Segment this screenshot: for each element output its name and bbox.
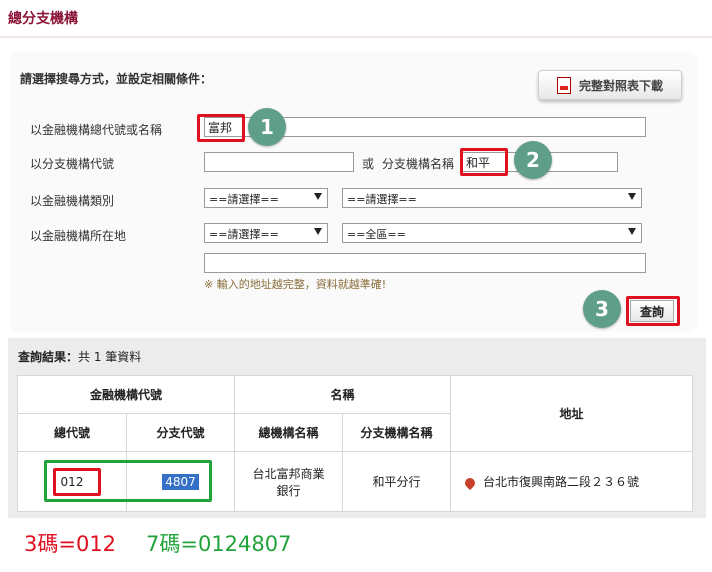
annotation-box-branch-name — [460, 148, 508, 176]
or-text: 或 — [362, 157, 375, 171]
header-head-code: 總代號 — [17, 413, 127, 452]
head-name-cell: 台北富邦商業銀行 — [234, 451, 343, 512]
branch-name-cell: 和平分行 — [342, 451, 451, 512]
institution-subtype-select-value: ==請選擇== — [347, 193, 417, 206]
header-head-name: 總機構名稱 — [234, 413, 343, 452]
branch-code-input[interactable] — [204, 152, 354, 172]
result-count-label: 查詢結果： — [18, 350, 79, 364]
header-branch-code: 分支代號 — [126, 413, 235, 452]
step-badge-1: 1 — [248, 108, 286, 146]
result-count-text: 共 1 筆資料 — [78, 350, 142, 364]
label-institution-location: 以金融機構所在地 — [30, 229, 127, 243]
institution-subtype-select[interactable]: ==請選擇== — [342, 188, 642, 208]
head-name-value: 台北富邦商業銀行 — [252, 466, 325, 498]
label-institution-code-or-name: 以金融機構總代號或名稱 — [30, 123, 163, 137]
address-input[interactable] — [204, 253, 646, 273]
label-institution-type: 以金融機構類別 — [30, 194, 115, 208]
download-full-table-button[interactable]: 完整對照表下載 — [538, 70, 682, 100]
page-title: 總分支機構 — [8, 11, 78, 27]
result-count: 查詢結果：共 1 筆資料 — [18, 348, 141, 365]
download-button-label: 完整對照表下載 — [578, 78, 663, 93]
address-cell: 台北市復興南路二段２３６號 — [450, 451, 693, 512]
pdf-icon — [556, 76, 571, 94]
chevron-down-icon — [628, 228, 636, 235]
step-badge-2: 2 — [514, 141, 552, 179]
note-seven-digit-code: 7碼=0124807 — [146, 532, 292, 556]
header-institution-code: 金融機構代號 — [17, 375, 235, 414]
address-hint: ※ 輸入的地址越完整，資料就越準確! — [204, 278, 387, 291]
district-select[interactable]: ==全區== — [342, 223, 642, 243]
header-name: 名稱 — [234, 375, 451, 414]
district-select-value: ==全區== — [347, 228, 406, 241]
header-address: 地址 — [450, 375, 693, 452]
note-three-digit-code: 3碼=012 — [24, 532, 117, 556]
header-branch-name: 分支機構名稱 — [342, 413, 451, 452]
city-select-value: ==請選擇== — [209, 228, 279, 241]
annotation-box-query — [626, 296, 680, 326]
label-branch-name: 分支機構名稱 — [382, 157, 455, 171]
address-value: 台北市復興南路二段２３６號 — [483, 475, 640, 489]
label-branch-code: 以分支機構代號 — [30, 157, 115, 171]
annotation-box-full-code — [44, 460, 212, 502]
step-badge-3: 3 — [583, 290, 621, 328]
form-heading: 請選擇搜尋方式，並設定相關條件： — [20, 72, 213, 86]
chevron-down-icon — [314, 193, 322, 200]
title-divider — [0, 36, 712, 38]
map-pin-icon[interactable] — [462, 475, 478, 490]
institution-type-select[interactable]: ==請選擇== — [204, 188, 328, 208]
chevron-down-icon — [314, 228, 322, 235]
city-select[interactable]: ==請選擇== — [204, 223, 328, 243]
chevron-down-icon — [628, 193, 636, 200]
annotation-box-name — [197, 114, 245, 142]
institution-type-select-value: ==請選擇== — [209, 193, 279, 206]
